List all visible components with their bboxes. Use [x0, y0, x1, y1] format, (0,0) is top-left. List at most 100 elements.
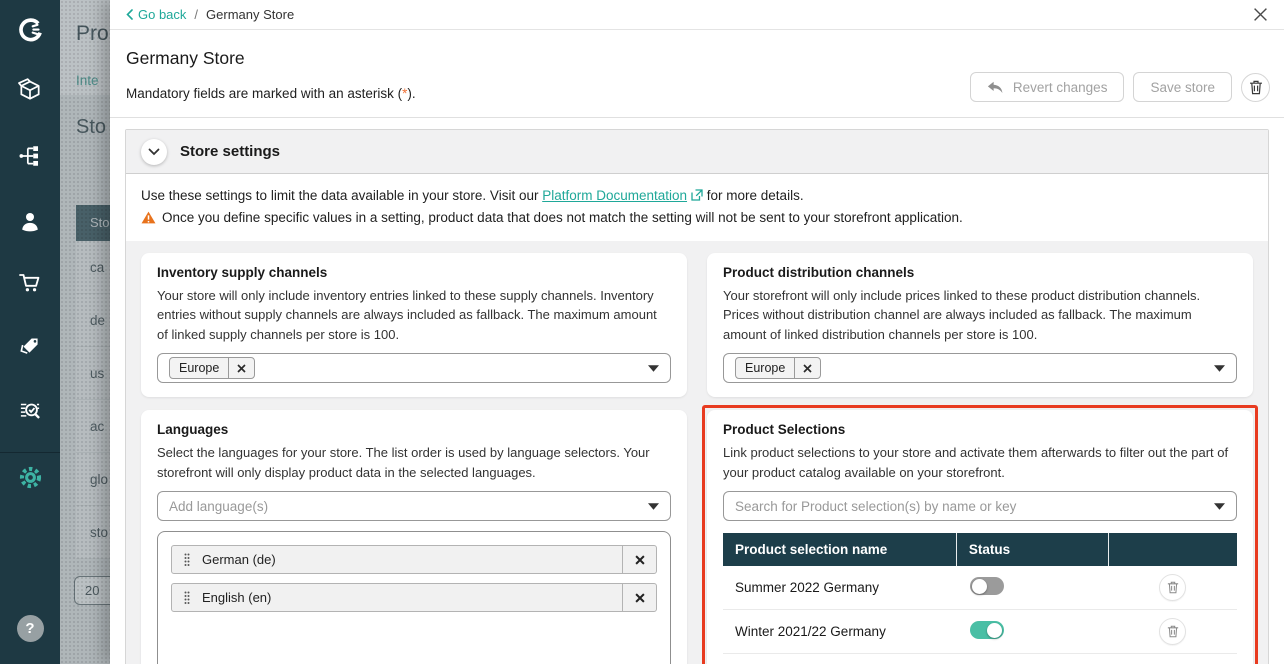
dropdown-caret-icon	[648, 365, 659, 372]
help-icon[interactable]: ?	[16, 614, 44, 642]
close-icon	[237, 364, 246, 373]
external-link-icon	[691, 187, 703, 208]
revert-changes-label: Revert changes	[1013, 80, 1108, 95]
remove-language-button[interactable]	[622, 546, 656, 573]
product-selection-name: Summer 2022 Germany	[723, 580, 956, 595]
product-selections-card: Product Selections Link product selectio…	[707, 410, 1253, 664]
commercetools-logo-icon[interactable]	[16, 16, 44, 44]
dropdown-caret-icon	[1214, 365, 1225, 372]
orders-cart-icon[interactable]	[16, 269, 44, 297]
modal-backdrop-overlay	[60, 0, 110, 664]
go-back-link[interactable]: Go back	[126, 7, 186, 22]
store-detail-panel: Go back / Germany Store Germany Store Ma…	[110, 0, 1284, 664]
dimmed-background-page: Pro Inte Sto Sto ca de us ac glo sto 20	[60, 0, 110, 664]
supply-channels-select[interactable]: Europe	[157, 353, 671, 383]
close-icon	[803, 364, 812, 373]
store-settings-header[interactable]: Store settings	[126, 130, 1268, 174]
remove-tag-button[interactable]	[794, 358, 820, 378]
remove-language-button[interactable]	[622, 584, 656, 611]
product-selections-wrapper: Product Selections Link product selectio…	[707, 410, 1253, 664]
drag-handle-icon[interactable]	[172, 553, 202, 567]
chevron-down-icon	[148, 148, 160, 156]
sidebar-divider	[0, 452, 60, 453]
chevron-left-icon	[126, 9, 133, 20]
categories-tree-icon[interactable]	[16, 142, 44, 170]
distribution-channels-select[interactable]: Europe	[723, 353, 1237, 383]
trash-icon	[1167, 581, 1179, 594]
dropdown-caret-icon	[648, 503, 659, 510]
selected-channel-tag: Europe	[169, 357, 255, 379]
customers-person-icon[interactable]	[16, 208, 44, 236]
collapse-toggle[interactable]	[141, 139, 167, 165]
warning-line: Once you define specific values in a set…	[141, 208, 1253, 231]
language-label: German (de)	[202, 552, 622, 567]
selected-languages-list: German (de) English (en)	[157, 531, 671, 664]
intro-text: Use these settings to limit the data ava…	[141, 188, 542, 203]
product-distribution-channels-card: Product distribution channels Your store…	[707, 253, 1253, 398]
status-toggle[interactable]	[970, 577, 1004, 595]
card-title: Inventory supply channels	[157, 265, 671, 280]
table-row: Winter 2021/22 Germany	[723, 610, 1237, 654]
card-title: Languages	[157, 422, 671, 437]
column-header-name: Product selection name	[723, 533, 956, 566]
revert-changes-button[interactable]: Revert changes	[970, 72, 1125, 102]
breadcrumb-current: Germany Store	[206, 7, 294, 22]
trash-icon	[1167, 625, 1179, 638]
products-box-icon[interactable]	[16, 76, 44, 104]
status-toggle[interactable]	[970, 621, 1004, 639]
language-item: German (de)	[171, 545, 657, 574]
drag-handle-icon[interactable]	[172, 591, 202, 605]
mandatory-note-suffix: ).	[407, 86, 415, 101]
warning-text: Once you define specific values in a set…	[162, 210, 963, 225]
close-icon	[1253, 7, 1268, 22]
toggle-knob	[972, 579, 987, 594]
section-title: Store settings	[180, 143, 280, 160]
close-icon	[635, 593, 645, 603]
close-icon	[635, 555, 645, 565]
remove-selection-button[interactable]	[1159, 574, 1186, 601]
help-glyph: ?	[25, 620, 34, 637]
audit-search-icon[interactable]	[16, 397, 44, 425]
card-description: Your store will only include inventory e…	[157, 286, 671, 345]
go-back-label: Go back	[138, 7, 186, 22]
store-settings-section: Store settings Use these settings to lim…	[125, 129, 1269, 664]
trash-icon	[1249, 80, 1263, 95]
card-title: Product Selections	[723, 422, 1237, 437]
page-header: Germany Store Mandatory fields are marke…	[110, 30, 1284, 118]
app-sidebar: ?	[0, 0, 60, 664]
table-header-row: Product selection name Status	[723, 533, 1237, 566]
language-label: English (en)	[202, 590, 622, 605]
add-languages-select[interactable]: Add language(s)	[157, 491, 671, 521]
settings-gear-icon[interactable]	[16, 463, 44, 491]
product-selection-search-select[interactable]: Search for Product selection(s) by name …	[723, 491, 1237, 521]
panel-topbar: Go back / Germany Store	[110, 0, 1284, 30]
dropdown-caret-icon	[1214, 503, 1225, 510]
product-selection-name: Winter 2021/22 Germany	[723, 624, 956, 639]
platform-documentation-link[interactable]: Platform Documentation	[542, 188, 687, 203]
warning-icon	[141, 210, 156, 231]
column-header-actions	[1108, 533, 1237, 566]
remove-selection-button[interactable]	[1159, 618, 1186, 645]
settings-cards: Inventory supply channels Your store wil…	[126, 241, 1268, 664]
intro-text-suffix: for more details.	[703, 188, 804, 203]
card-description: Select the languages for your store. The…	[157, 443, 671, 482]
product-selections-table: Product selection name Status Summer 202…	[723, 533, 1237, 664]
select-placeholder: Add language(s)	[169, 499, 268, 514]
intro-line: Use these settings to limit the data ava…	[141, 186, 1253, 208]
page-title: Germany Store	[126, 48, 1268, 69]
save-store-label: Save store	[1150, 80, 1215, 95]
languages-card: Languages Select the languages for your …	[141, 410, 687, 664]
tag-label: Europe	[736, 358, 794, 378]
discounts-tag-icon[interactable]	[16, 331, 44, 359]
close-panel-button[interactable]	[1253, 7, 1268, 22]
delete-store-button[interactable]	[1241, 73, 1270, 102]
tag-label: Europe	[170, 358, 228, 378]
breadcrumb-separator: /	[194, 7, 198, 22]
card-description: Your storefront will only include prices…	[723, 286, 1237, 345]
undo-icon	[987, 81, 1004, 94]
inventory-supply-channels-card: Inventory supply channels Your store wil…	[141, 253, 687, 398]
remove-tag-button[interactable]	[228, 358, 254, 378]
header-actions: Revert changes Save store	[970, 72, 1270, 102]
save-store-button[interactable]: Save store	[1133, 72, 1232, 102]
card-description: Link product selections to your store an…	[723, 443, 1237, 482]
